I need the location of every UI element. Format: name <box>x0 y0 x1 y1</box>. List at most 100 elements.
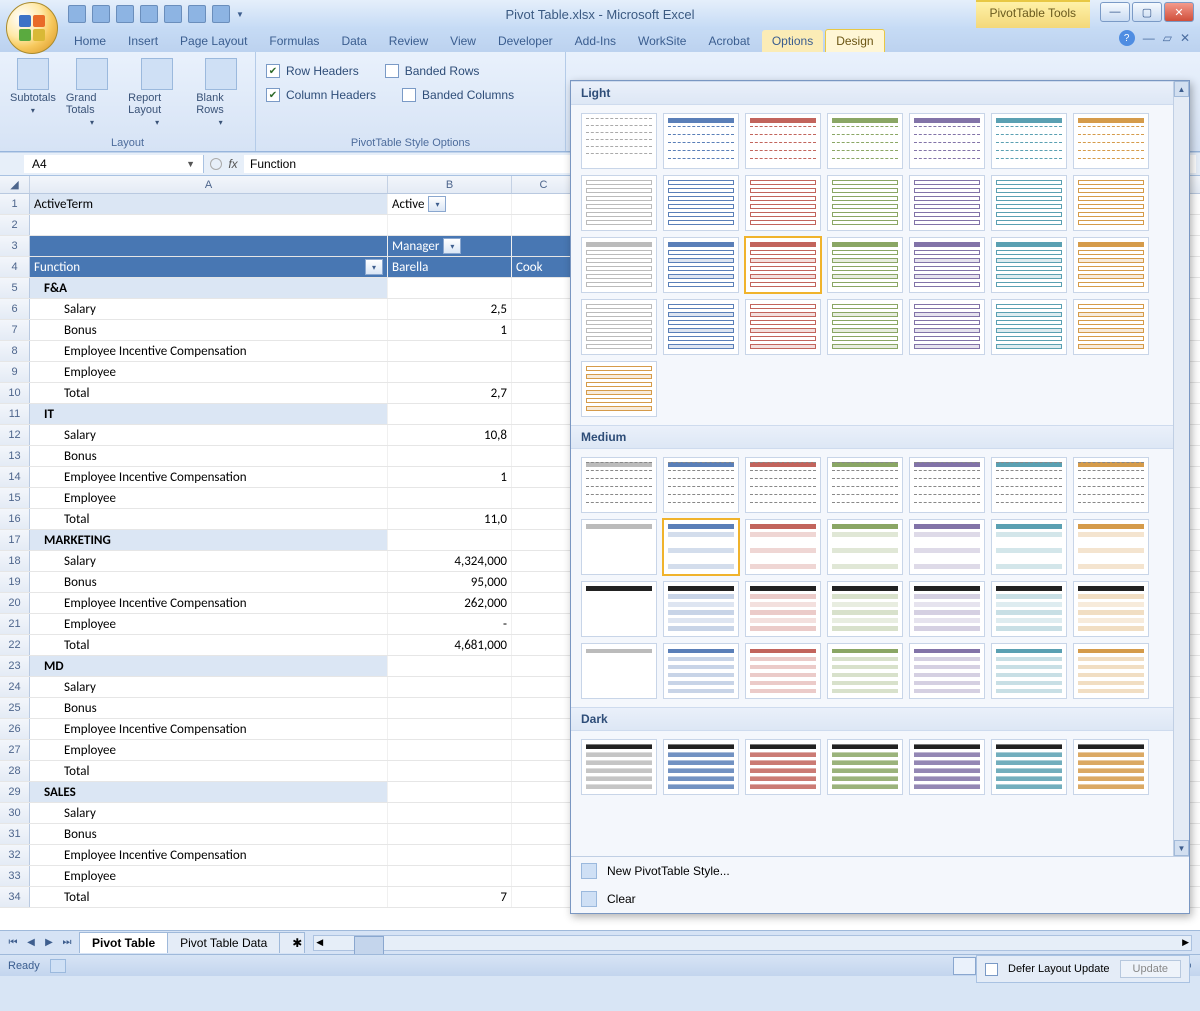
mdi-restore-icon[interactable]: ▱ <box>1163 31 1172 45</box>
cell[interactable] <box>512 425 576 445</box>
style-thumbnail[interactable] <box>991 175 1067 231</box>
style-thumbnail[interactable] <box>909 299 985 355</box>
blank-rows-button[interactable]: Blank Rows▾ <box>196 58 245 127</box>
macro-record-icon[interactable] <box>50 959 66 973</box>
style-thumbnail[interactable] <box>827 643 903 699</box>
style-thumbnail[interactable] <box>663 739 739 795</box>
cell[interactable] <box>512 320 576 340</box>
cell[interactable]: IT <box>30 404 388 424</box>
style-thumbnail[interactable] <box>991 519 1067 575</box>
select-all-corner[interactable]: ◢ <box>0 176 30 193</box>
tab-formulas[interactable]: Formulas <box>259 30 329 52</box>
row-header[interactable]: 7 <box>0 320 30 340</box>
row-header[interactable]: 27 <box>0 740 30 760</box>
namebox-dropdown-icon[interactable]: ▼ <box>186 159 195 169</box>
row-header[interactable]: 10 <box>0 383 30 403</box>
cell[interactable]: Bonus <box>30 320 388 340</box>
style-thumbnail[interactable] <box>991 113 1067 169</box>
style-thumbnail[interactable] <box>1073 175 1149 231</box>
cell[interactable]: 4,681,000 <box>388 635 512 655</box>
qat-print-icon[interactable] <box>140 5 158 23</box>
mdi-close-icon[interactable]: ✕ <box>1180 31 1190 45</box>
cell[interactable]: Salary <box>30 299 388 319</box>
cell[interactable] <box>512 614 576 634</box>
style-thumbnail[interactable] <box>909 113 985 169</box>
style-thumbnail[interactable] <box>581 457 657 513</box>
defer-layout-checkbox[interactable] <box>985 963 998 976</box>
style-thumbnail[interactable] <box>581 643 657 699</box>
close-button[interactable]: ✕ <box>1164 2 1194 22</box>
cell[interactable]: 262,000 <box>388 593 512 613</box>
office-button[interactable] <box>6 2 58 54</box>
cell[interactable] <box>388 530 512 550</box>
cell[interactable]: SALES <box>30 782 388 802</box>
row-header[interactable]: 31 <box>0 824 30 844</box>
col-header-b[interactable]: B <box>388 176 512 193</box>
row-header[interactable]: 2 <box>0 215 30 235</box>
style-thumbnail[interactable] <box>909 457 985 513</box>
row-header[interactable]: 14 <box>0 467 30 487</box>
cell[interactable] <box>388 278 512 298</box>
cell[interactable] <box>512 845 576 865</box>
style-thumbnail[interactable] <box>909 175 985 231</box>
cell[interactable] <box>512 740 576 760</box>
style-thumbnail[interactable] <box>745 175 821 231</box>
filter-button[interactable]: ▾ <box>428 196 446 212</box>
cell[interactable]: 2,5 <box>388 299 512 319</box>
row-header[interactable]: 32 <box>0 845 30 865</box>
sheet-nav-first-icon[interactable]: ⏮ <box>4 934 22 952</box>
row-header[interactable]: 26 <box>0 719 30 739</box>
style-thumbnail[interactable] <box>827 237 903 293</box>
cell[interactable]: Employee <box>30 614 388 634</box>
style-thumbnail[interactable] <box>581 581 657 637</box>
clear-style-button[interactable]: Clear <box>571 885 1189 913</box>
cell[interactable]: MD <box>30 656 388 676</box>
cell[interactable] <box>388 215 512 235</box>
style-thumbnail[interactable] <box>909 581 985 637</box>
cell[interactable]: Employee Incentive Compensation <box>30 593 388 613</box>
style-thumbnail[interactable] <box>991 643 1067 699</box>
cell[interactable] <box>388 782 512 802</box>
style-thumbnail[interactable] <box>827 299 903 355</box>
horizontal-scrollbar[interactable]: ◀▶ <box>313 935 1192 951</box>
qat-undo-icon[interactable] <box>92 5 110 23</box>
cell[interactable]: Active▾ <box>388 194 512 214</box>
cell[interactable]: Employee <box>30 488 388 508</box>
cell[interactable] <box>30 236 388 256</box>
style-thumbnail[interactable] <box>991 299 1067 355</box>
row-header[interactable]: 22 <box>0 635 30 655</box>
cell[interactable] <box>512 656 576 676</box>
style-thumbnail[interactable] <box>909 643 985 699</box>
style-thumbnail[interactable] <box>827 519 903 575</box>
col-header-a[interactable]: A <box>30 176 388 193</box>
cell[interactable] <box>512 887 576 907</box>
style-thumbnail[interactable] <box>581 113 657 169</box>
cell[interactable]: Bonus <box>30 572 388 592</box>
sheet-tab-pivot-table-data[interactable]: Pivot Table Data <box>167 932 280 953</box>
tab-page-layout[interactable]: Page Layout <box>170 30 257 52</box>
cell[interactable] <box>512 866 576 886</box>
cell[interactable]: Function▾ <box>30 257 388 277</box>
cell[interactable] <box>512 467 576 487</box>
cell[interactable]: Employee Incentive Compensation <box>30 341 388 361</box>
cell[interactable]: 1 <box>388 467 512 487</box>
qat-more-icon[interactable]: ▼ <box>236 10 244 19</box>
cell[interactable] <box>512 551 576 571</box>
tab-developer[interactable]: Developer <box>488 30 563 52</box>
insert-sheet-button[interactable]: ✱ <box>279 932 305 953</box>
row-header[interactable]: 4 <box>0 257 30 277</box>
new-pivottable-style-button[interactable]: New PivotTable Style... <box>571 857 1189 885</box>
mdi-minimize-icon[interactable]: — <box>1143 31 1155 45</box>
row-header[interactable]: 21 <box>0 614 30 634</box>
cell[interactable]: Total <box>30 383 388 403</box>
cell[interactable] <box>388 719 512 739</box>
row-header[interactable]: 20 <box>0 593 30 613</box>
cell[interactable]: Salary <box>30 425 388 445</box>
cell[interactable] <box>512 698 576 718</box>
cell[interactable]: Bonus <box>30 446 388 466</box>
row-header[interactable]: 3 <box>0 236 30 256</box>
style-thumbnail[interactable] <box>581 175 657 231</box>
cell[interactable]: Total <box>30 761 388 781</box>
style-thumbnail[interactable] <box>1073 643 1149 699</box>
tab-options[interactable]: Options <box>762 30 823 52</box>
